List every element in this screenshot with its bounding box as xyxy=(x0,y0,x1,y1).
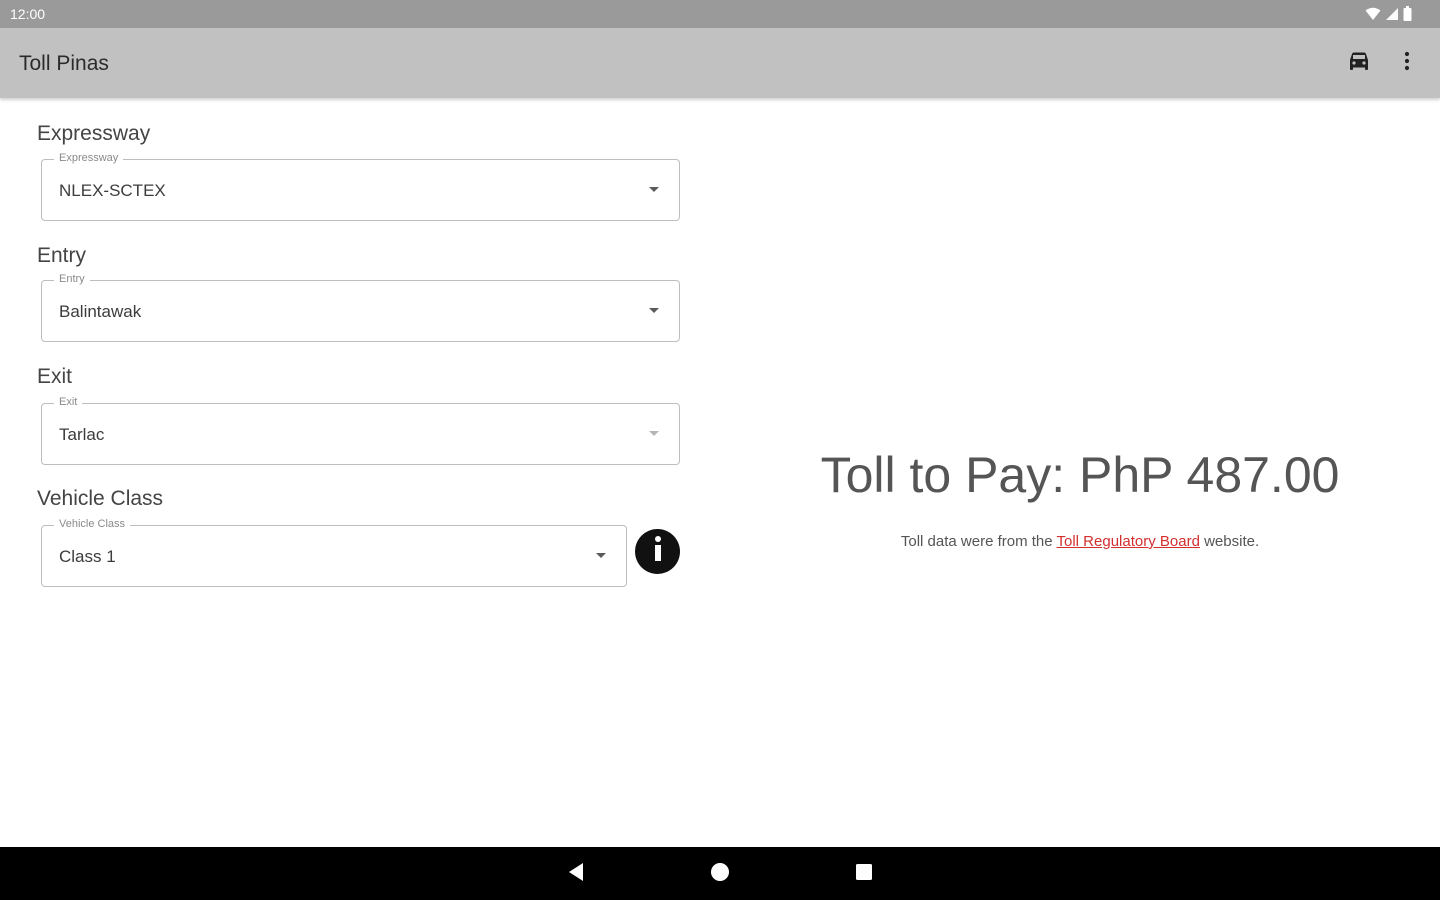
car-button[interactable] xyxy=(1344,48,1374,78)
recents-icon xyxy=(855,863,873,886)
info-icon xyxy=(651,535,665,568)
dropdown-arrow-icon xyxy=(649,431,659,436)
home-button[interactable] xyxy=(705,859,735,889)
status-icons xyxy=(1365,6,1412,26)
expressway-value: NLEX-SCTEX xyxy=(59,181,166,200)
toll-source-suffix: website. xyxy=(1199,533,1260,550)
back-button[interactable] xyxy=(561,859,591,889)
exit-dropdown[interactable]: Exit Tarlac xyxy=(41,396,680,465)
app-bar: Toll Pinas xyxy=(0,28,1440,98)
vehicle-class-dropdown[interactable]: Vehicle Class Class 1 xyxy=(41,518,627,587)
more-vert-icon xyxy=(1404,51,1410,76)
toll-regulatory-board-link[interactable]: Toll Regulatory Board xyxy=(1057,533,1200,550)
exit-field-label: Exit xyxy=(54,396,83,408)
entry-section-label: Entry xyxy=(37,244,87,267)
entry-dropdown[interactable]: Entry Balintawak xyxy=(41,273,680,342)
toll-source-note: Toll data were from the Toll Regulatory … xyxy=(700,533,1440,550)
dropdown-arrow-icon xyxy=(649,187,659,192)
status-time: 12:00 xyxy=(10,6,46,22)
app-title: Toll Pinas xyxy=(19,52,109,75)
recents-button[interactable] xyxy=(849,859,879,889)
home-icon xyxy=(710,862,730,887)
navigation-bar xyxy=(0,847,1440,900)
wifi-icon xyxy=(1365,7,1381,26)
entry-value: Balintawak xyxy=(59,302,142,321)
battery-icon xyxy=(1403,6,1412,26)
car-icon xyxy=(1347,50,1371,77)
entry-field-label: Entry xyxy=(54,273,90,285)
dropdown-arrow-icon xyxy=(596,553,606,558)
vehicle-class-section-label: Vehicle Class xyxy=(37,487,164,510)
expressway-section-label: Expressway xyxy=(37,122,151,145)
exit-section-label: Exit xyxy=(37,365,73,388)
vehicle-class-field-label: Vehicle Class xyxy=(54,518,131,530)
more-options-button[interactable] xyxy=(1394,48,1420,78)
toll-source-prefix: Toll data were from the xyxy=(900,533,1057,550)
vehicle-class-value: Class 1 xyxy=(59,547,116,566)
exit-value: Tarlac xyxy=(59,425,105,444)
signal-icon xyxy=(1385,7,1399,26)
vehicle-class-info-button[interactable] xyxy=(635,529,680,574)
dropdown-arrow-icon xyxy=(649,308,659,313)
expressway-field-label: Expressway xyxy=(54,152,124,164)
back-icon xyxy=(567,862,585,887)
toll-amount: Toll to Pay: PhP 487.00 xyxy=(820,447,1340,503)
expressway-dropdown[interactable]: Expressway NLEX-SCTEX xyxy=(41,152,680,221)
status-bar: 12:00 xyxy=(0,0,1440,28)
